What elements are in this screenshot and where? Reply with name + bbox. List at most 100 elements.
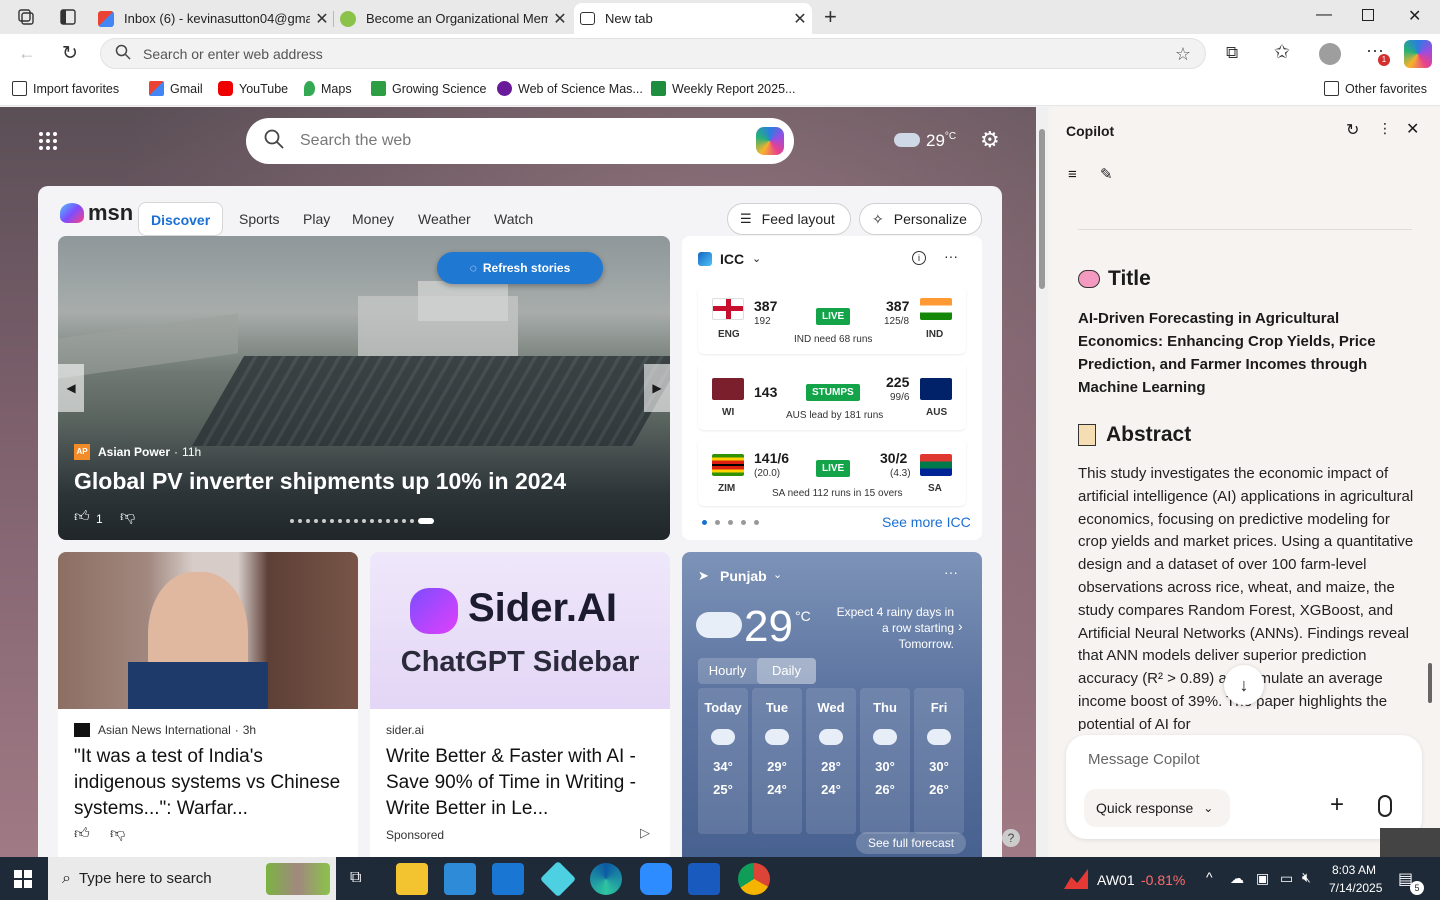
carousel-dots[interactable] xyxy=(290,518,440,524)
weather-widget[interactable]: ➤ Punjab ⌄ ··· 29 °C Expect 4 rainy days… xyxy=(682,552,982,857)
new-chat-icon[interactable]: ✎ xyxy=(1100,165,1113,183)
more-options-icon[interactable]: ··· xyxy=(944,248,958,264)
weather-cloud-icon[interactable] xyxy=(894,133,920,147)
bookmark-maps[interactable]: Maps xyxy=(304,81,352,96)
refresh-stories-button[interactable]: ◌ Refresh stories xyxy=(437,252,603,284)
weather-location[interactable]: Punjab xyxy=(720,568,767,584)
feed-layout-button[interactable]: ☰ Feed layout xyxy=(727,203,851,235)
stock-change[interactable]: -0.81% xyxy=(1141,872,1185,888)
edge-icon[interactable] xyxy=(590,863,622,895)
scrollbar-thumb[interactable] xyxy=(1039,129,1045,289)
close-tab-icon[interactable]: ✕ xyxy=(548,9,572,29)
tab-gmail[interactable]: Inbox (6) - kevinasutton04@gmail.com ✕ xyxy=(92,3,334,34)
other-favorites[interactable]: Other favorites xyxy=(1324,81,1427,96)
match-card-2[interactable]: WI 143 STUMPS AUS lead by 181 runs 225 9… xyxy=(698,362,966,430)
see-full-forecast-button[interactable]: See full forecast xyxy=(856,832,967,854)
word-icon[interactable] xyxy=(688,863,720,895)
info-icon[interactable]: i xyxy=(912,251,926,265)
dislike-icon[interactable]: 👎︎ xyxy=(120,508,135,526)
network-icon[interactable]: ▭ xyxy=(1280,870,1293,887)
hero-prev-icon[interactable]: ◀ xyxy=(58,364,84,412)
close-panel-icon[interactable]: ✕ xyxy=(1406,119,1419,139)
favorite-star-icon[interactable]: ☆ xyxy=(1175,44,1191,65)
like-icon[interactable]: 👍︎ xyxy=(74,825,90,843)
close-tab-icon[interactable]: ✕ xyxy=(310,9,334,29)
restore-icon[interactable] xyxy=(1362,9,1374,21)
add-attachment-icon[interactable]: + xyxy=(1330,791,1344,819)
favorites-icon[interactable]: ✩ xyxy=(1274,41,1290,64)
web-search-box[interactable]: Search the web xyxy=(246,118,794,164)
zoom-icon[interactable] xyxy=(640,863,672,895)
refresh-icon[interactable]: ↻ xyxy=(62,42,78,65)
hero-headline[interactable]: Global PV inverter shipments up 10% in 2… xyxy=(74,468,566,495)
tab-discover[interactable]: Discover xyxy=(138,202,224,236)
tab-new-tab[interactable]: New tab ✕ xyxy=(574,3,812,34)
message-input[interactable]: Message Copilot xyxy=(1088,751,1200,768)
profile-avatar[interactable] xyxy=(1319,43,1341,65)
history-menu-icon[interactable]: ≡ xyxy=(1068,166,1077,183)
see-more-icc-link[interactable]: See more ICC xyxy=(882,514,971,530)
weather-forecast-text[interactable]: Expect 4 rainy days in a row starting To… xyxy=(832,604,954,652)
scroll-down-arrow-icon[interactable]: ↓ xyxy=(1224,665,1264,705)
tab-weather[interactable]: Weather xyxy=(418,202,471,236)
bookmark-web-of-science[interactable]: Web of Science Mas... xyxy=(497,81,643,96)
icc-title[interactable]: ICC xyxy=(720,251,744,267)
news-card-sider-ad[interactable]: Sider.AI ChatGPT Sidebar sider.ai Write … xyxy=(370,552,670,857)
hero-story[interactable]: ◌ Refresh stories ◀ ▶ AP Asian Power · 11… xyxy=(58,236,670,540)
header-weather-temp[interactable]: 29°C xyxy=(926,131,956,151)
tab-sports[interactable]: Sports xyxy=(239,202,279,236)
help-icon[interactable]: ? xyxy=(1002,829,1020,847)
dislike-icon[interactable]: 👎︎ xyxy=(110,825,125,843)
tray-app-icon[interactable]: ▣ xyxy=(1256,870,1269,887)
refresh-icon[interactable]: ↻ xyxy=(1346,120,1359,140)
extensions-icon[interactable]: ⧉ xyxy=(1226,43,1238,63)
task-view-icon[interactable]: ⧉ xyxy=(350,869,361,887)
chrome-icon[interactable] xyxy=(738,863,770,895)
bookmark-gmail[interactable]: Gmail xyxy=(149,81,203,96)
mail-icon[interactable] xyxy=(492,863,524,895)
bookmark-weekly-report[interactable]: Weekly Report 2025... xyxy=(651,81,795,96)
day-card[interactable]: Tue 29° 24° xyxy=(752,688,802,834)
ad-choices-icon[interactable]: ▷ xyxy=(640,825,650,841)
apps-grid-icon[interactable] xyxy=(38,131,58,151)
personalize-button[interactable]: ✧ Personalize xyxy=(859,203,982,235)
workspaces-icon[interactable] xyxy=(16,8,36,26)
tab-hourly[interactable]: Hourly xyxy=(698,658,757,684)
more-options-icon[interactable]: ⋮ xyxy=(1378,120,1392,137)
clock-date[interactable]: 7/14/2025 xyxy=(1329,881,1382,895)
bookmark-import-favorites[interactable]: Import favorites xyxy=(12,81,119,96)
microsoft-store-icon[interactable] xyxy=(444,863,476,895)
day-card[interactable]: Wed 28° 24° xyxy=(806,688,856,834)
tab-money[interactable]: Money xyxy=(352,202,394,236)
tab-watch[interactable]: Watch xyxy=(494,202,533,236)
like-icon[interactable]: 👍︎ xyxy=(74,508,90,526)
page-scrollbar[interactable] xyxy=(1036,107,1048,857)
microphone-icon[interactable] xyxy=(1378,795,1392,817)
chevron-right-icon[interactable]: › xyxy=(958,618,963,634)
chevron-down-icon[interactable]: ⌄ xyxy=(773,568,782,581)
app-diamond-icon[interactable] xyxy=(539,860,577,898)
bookmark-growing-science[interactable]: Growing Science xyxy=(371,81,487,96)
volume-muted-icon[interactable]: 🔇︎ xyxy=(1302,869,1311,886)
hero-next-icon[interactable]: ▶ xyxy=(644,364,670,412)
match-card-1[interactable]: ENG 387 192 LIVE IND need 68 runs 387 12… xyxy=(698,286,966,354)
quick-response-dropdown[interactable]: Quick response ⌄ xyxy=(1084,789,1230,827)
bookmark-youtube[interactable]: YouTube xyxy=(218,81,288,96)
tab-organizational-member[interactable]: Become an Organizational Member ✕ xyxy=(334,3,572,34)
tab-play[interactable]: Play xyxy=(303,202,330,236)
tray-chevron-icon[interactable]: ^ xyxy=(1206,869,1213,885)
day-card[interactable]: Today 34° 25° xyxy=(698,688,748,834)
vertical-tabs-icon[interactable] xyxy=(58,8,78,26)
stock-symbol[interactable]: AW01 xyxy=(1097,872,1135,888)
clock-time[interactable]: 8:03 AM xyxy=(1332,863,1376,877)
news-headline[interactable]: Write Better & Faster with AI - Save 90%… xyxy=(386,744,658,822)
onedrive-icon[interactable]: ☁ xyxy=(1230,870,1244,887)
taskbar-search[interactable]: ⌕ Type here to search xyxy=(48,857,336,900)
page-settings-gear-icon[interactable]: ⚙ xyxy=(980,127,1000,153)
chevron-down-icon[interactable]: ⌄ xyxy=(752,252,761,265)
minimize-icon[interactable]: — xyxy=(1316,6,1332,24)
copilot-icon[interactable] xyxy=(1404,40,1432,68)
icc-pager-dots[interactable] xyxy=(702,520,759,525)
copilot-scrollbar-thumb[interactable] xyxy=(1428,663,1432,703)
new-tab-plus-icon[interactable]: + xyxy=(824,4,837,30)
